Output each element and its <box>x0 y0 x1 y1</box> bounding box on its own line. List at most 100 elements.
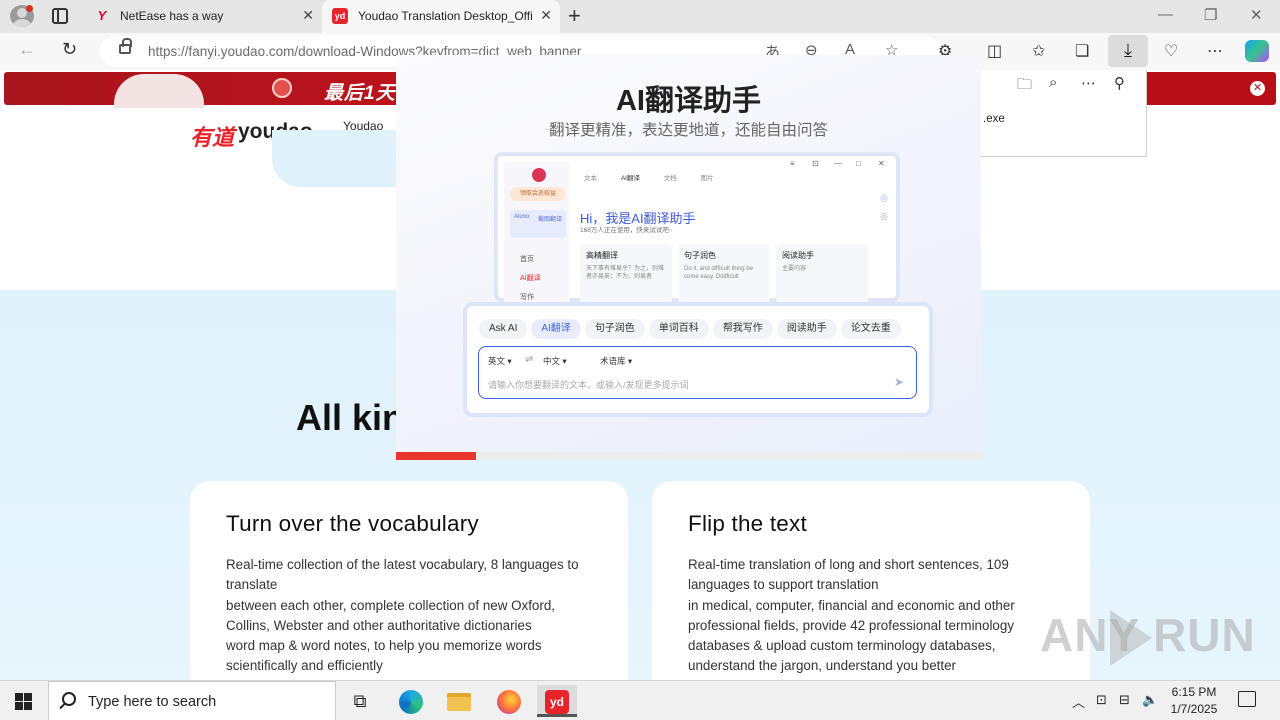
favorites-icon[interactable]: ✩ <box>1032 41 1045 61</box>
mock-greeting-sub: 168万人正在使用，快来试试吧~ <box>580 227 673 234</box>
tab-title: Youdao Translation Desktop_Offi <box>358 9 533 23</box>
ai-chat-box: Ask AI AI翻译 句子润色 单词百科 帮我写作 阅读助手 论文去重 英文 ▾ ⇌ 中文… <box>463 302 933 417</box>
mock-card: 句子润色 Do it, and difficult thing be come … <box>678 244 770 304</box>
netease-favicon: Y <box>97 8 107 23</box>
back-icon[interactable]: ← <box>18 39 36 60</box>
windows-start-icon[interactable] <box>15 693 32 710</box>
mock-tab: 图片 <box>700 175 714 182</box>
tray-chevron-icon[interactable]: ︿ <box>1072 692 1085 711</box>
term-library-select[interactable]: 术语库 ▾ <box>600 355 632 367</box>
close-tab-icon[interactable]: ✕ <box>540 7 552 24</box>
collections-icon[interactable]: ❏ <box>1075 41 1089 61</box>
downloads-panel: 🗀 ⌕ ⋯ ⚲ .exe <box>980 70 1147 157</box>
chip-reading[interactable]: 阅读助手 <box>776 319 837 339</box>
network-icon[interactable]: ⊟ <box>1119 692 1130 708</box>
search-icon <box>62 692 76 706</box>
split-screen-icon[interactable]: ◫ <box>987 41 1002 61</box>
youdao-favicon: yd <box>332 8 348 24</box>
card-body: Real-time translation of long and short … <box>688 557 1015 674</box>
mock-card-title: 高精翻译 <box>586 251 618 260</box>
tab-youdao[interactable]: yd Youdao Translation Desktop_Offi ✕ <box>322 0 560 33</box>
chip-dedupe[interactable]: 论文去重 <box>840 319 901 339</box>
mock-tabs: 文本 AI翻译 文档 图片 <box>584 172 736 182</box>
search-placeholder: Type here to search <box>88 694 217 710</box>
system-clock[interactable]: 6:15 PM 1/7/2025 <box>1158 684 1230 718</box>
chip-ask-ai[interactable]: Ask AI <box>479 319 528 339</box>
popup-subtitle: 翻译更精准，表达更地道，还能自由问答 <box>548 122 828 139</box>
tab-title: NetEase has a way <box>120 9 224 23</box>
mock-pin-icon: ⊡ <box>812 159 819 168</box>
notification-icon[interactable] <box>1238 691 1256 707</box>
profile-notification-dot <box>26 5 33 12</box>
banner-text: 最后1天 <box>324 83 396 104</box>
minimize-icon[interactable]: — <box>1158 6 1173 23</box>
firefox-icon[interactable] <box>489 685 529 717</box>
taskbar-search-box[interactable]: Type here to search <box>48 681 336 720</box>
more-menu-icon[interactable]: ⋯ <box>1207 41 1223 61</box>
youdao-taskbar-icon[interactable]: yd <box>537 685 577 717</box>
mock-tab: 文档 <box>663 175 677 182</box>
copilot-icon[interactable] <box>1245 40 1269 62</box>
mock-menu-icon: ≡ <box>790 159 795 168</box>
mock-sidebar: 领取会员权益 Aluno 截图翻译 首页 AI翻译 写作 <box>504 162 570 302</box>
restore-icon[interactable]: ❐ <box>1204 6 1217 24</box>
mock-card-line: 主要内容 <box>782 266 807 272</box>
mock-tab: AI翻译 <box>620 175 640 182</box>
mock-card-title: 句子润色 <box>684 251 716 260</box>
target-language-label: 中文 <box>543 356 561 366</box>
url-domain: https://fanyi.youdao.com <box>148 44 295 59</box>
chip-word-wiki[interactable]: 单词百科 <box>648 319 709 339</box>
mock-minimize-icon: — <box>834 159 842 168</box>
app-screenshot-mock: 领取会员权益 Aluno 截图翻译 首页 AI翻译 写作 文本 AI翻译 文档 … <box>494 152 900 304</box>
downloads-icon[interactable]: ⤓ <box>1108 35 1148 67</box>
mock-tab: 文本 <box>584 175 597 182</box>
mock-close-icon: ✕ <box>878 159 885 168</box>
file-explorer-icon[interactable] <box>439 685 479 717</box>
mock-side-dot-icon: ◎ <box>880 211 888 221</box>
mock-avatar <box>532 168 546 182</box>
open-folder-icon[interactable]: 🗀 <box>1017 74 1032 99</box>
browser-essentials-icon[interactable]: ♡ <box>1164 41 1178 61</box>
clock-time: 6:15 PM <box>1171 685 1217 699</box>
edge-taskbar-icon[interactable] <box>391 685 431 717</box>
task-view-icon[interactable]: ⧉ <box>340 685 380 717</box>
translate-input-box[interactable]: 英文 ▾ ⇌ 中文 ▾ 术语库 ▾ 请输入你想要翻译的文本，或输入/发现更多提示… <box>478 346 917 399</box>
section-title: All kin <box>296 397 397 438</box>
new-tab-icon[interactable]: + <box>568 3 581 29</box>
browser-tab-strip: Y NetEase has a way ✕ yd Youdao Translat… <box>0 0 1280 33</box>
banner-cloud-decoration <box>114 74 204 108</box>
input-placeholder[interactable]: 请输入你想要翻译的文本，或输入/发现更多提示词 <box>488 378 689 391</box>
close-window-icon[interactable]: ✕ <box>1250 6 1263 24</box>
lock-icon[interactable] <box>119 38 132 54</box>
tray-app-icon[interactable]: ⊡ <box>1096 692 1107 708</box>
feature-card-vocabulary: Turn over the vocabulary Real-time colle… <box>190 481 628 680</box>
banner-close-icon[interactable]: ✕ <box>1250 81 1265 96</box>
downloads-more-icon[interactable]: ⋯ <box>1081 74 1096 92</box>
refresh-icon[interactable]: ↻ <box>62 39 77 60</box>
download-file-name[interactable]: .exe <box>983 113 1005 125</box>
tab-actions-icon[interactable] <box>52 8 68 24</box>
source-language-select[interactable]: 英文 ▾ <box>488 355 512 367</box>
anyrun-watermark: ANY RUN <box>1040 609 1256 661</box>
close-tab-icon[interactable]: ✕ <box>302 7 314 24</box>
youdao-logo-cn[interactable]: 有道 <box>190 120 234 152</box>
send-icon[interactable]: ➤ <box>894 375 904 389</box>
card-body: Real-time collection of the latest vocab… <box>226 557 579 674</box>
chip-polish[interactable]: 句子润色 <box>584 319 645 339</box>
chip-ai-translate[interactable]: AI翻译 <box>531 319 581 339</box>
ai-promo-popup[interactable]: AI翻译助手 翻译更精准，表达更地道，还能自由问答 领取会员权益 Aluno 截… <box>396 55 981 460</box>
swap-language-icon[interactable]: ⇌ <box>525 354 533 365</box>
mock-box-right: 截图翻译 <box>537 217 562 223</box>
volume-icon[interactable]: 🔈 <box>1142 692 1158 708</box>
mock-side-item: AI翻译 <box>520 275 541 282</box>
target-language-select[interactable]: 中文 ▾ <box>543 355 567 367</box>
chip-write[interactable]: 帮我写作 <box>712 319 773 339</box>
source-language-label: 英文 <box>488 356 506 366</box>
mock-card: 阅读助手 主要内容 <box>776 244 868 304</box>
term-library-label: 术语库 <box>600 356 626 366</box>
mock-box-left: Aluno <box>514 214 530 220</box>
tab-netease[interactable]: Y NetEase has a way ✕ <box>84 0 322 33</box>
search-downloads-icon[interactable]: ⌕ <box>1049 74 1057 91</box>
pin-icon[interactable]: ⚲ <box>1114 74 1125 92</box>
windows-taskbar: Type here to search ⧉ yd ︿ ⊡ ⊟ 🔈 6:15 PM… <box>0 680 1280 720</box>
